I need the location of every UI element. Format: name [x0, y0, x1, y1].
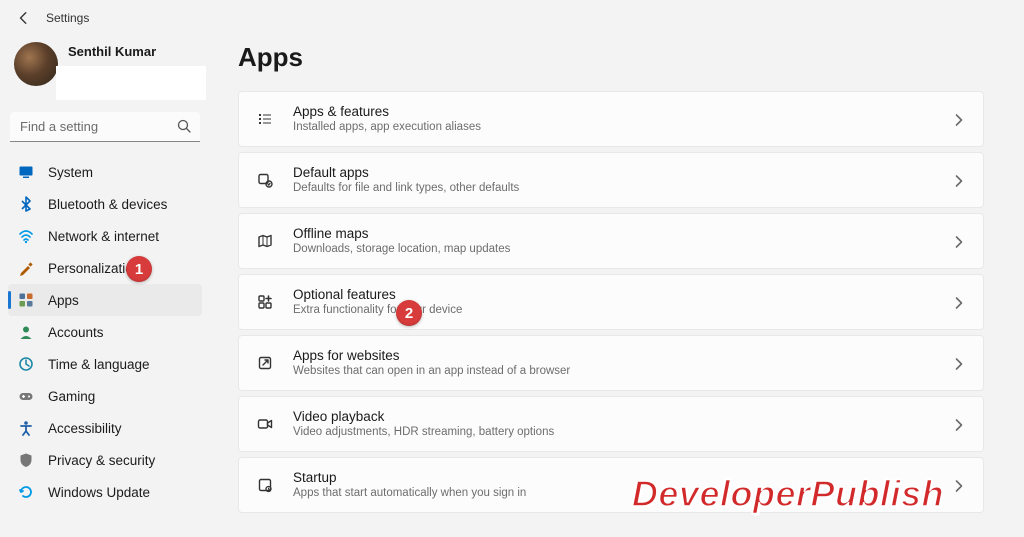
- card-subtitle: Installed apps, app execution aliases: [293, 120, 951, 135]
- sidebar-item-system[interactable]: System: [8, 156, 202, 188]
- sidebar-item-time[interactable]: Time & language: [8, 348, 202, 380]
- update-icon: [18, 484, 34, 500]
- sidebar-item-label: Personalization: [48, 261, 140, 276]
- sidebar-item-label: Accounts: [48, 325, 104, 340]
- card-text: Offline mapsDownloads, storage location,…: [293, 225, 951, 257]
- card-subtitle: Apps that start automatically when you s…: [293, 486, 951, 501]
- time-icon: [18, 356, 34, 372]
- card-subtitle: Extra functionality for your device: [293, 303, 951, 318]
- search-input[interactable]: [10, 112, 200, 142]
- settings-card-list: Apps & featuresInstalled apps, app execu…: [238, 91, 984, 513]
- chevron-right-icon: [951, 234, 965, 248]
- card-title: Optional features: [293, 286, 951, 304]
- card-text: StartupApps that start automatically whe…: [293, 469, 951, 501]
- profile-name: Senthil Kumar: [68, 44, 156, 59]
- sidebar-item-gaming[interactable]: Gaming: [8, 380, 202, 412]
- card-title: Startup: [293, 469, 951, 487]
- card-subtitle: Downloads, storage location, map updates: [293, 242, 951, 257]
- chevron-right-icon: [951, 417, 965, 431]
- network-icon: [18, 228, 34, 244]
- settings-card-startup[interactable]: StartupApps that start automatically whe…: [238, 457, 984, 513]
- plus-grid-icon: [255, 292, 275, 312]
- window-title: Settings: [46, 11, 89, 25]
- card-text: Apps & featuresInstalled apps, app execu…: [293, 103, 951, 135]
- sidebar-item-network[interactable]: Network & internet: [8, 220, 202, 252]
- settings-card-default-apps[interactable]: Default appsDefaults for file and link t…: [238, 152, 984, 208]
- settings-card-video[interactable]: Video playbackVideo adjustments, HDR str…: [238, 396, 984, 452]
- page-title: Apps: [238, 42, 984, 73]
- accessibility-icon: [18, 420, 34, 436]
- card-title: Apps & features: [293, 103, 951, 121]
- list-icon: [255, 109, 275, 129]
- sidebar-item-label: Bluetooth & devices: [48, 197, 167, 212]
- apps-icon: [18, 292, 34, 308]
- card-title: Apps for websites: [293, 347, 951, 365]
- sidebar-item-accessibility[interactable]: Accessibility: [8, 412, 202, 444]
- sidebar-item-apps[interactable]: Apps: [8, 284, 202, 316]
- default-apps-icon: [255, 170, 275, 190]
- sidebar-item-accounts[interactable]: Accounts: [8, 316, 202, 348]
- card-text: Apps for websitesWebsites that can open …: [293, 347, 951, 379]
- chevron-right-icon: [951, 356, 965, 370]
- chevron-right-icon: [951, 478, 965, 492]
- sidebar-item-label: Time & language: [48, 357, 150, 372]
- card-title: Default apps: [293, 164, 951, 182]
- card-subtitle: Defaults for file and link types, other …: [293, 181, 951, 196]
- settings-card-apps-features[interactable]: Apps & featuresInstalled apps, app execu…: [238, 91, 984, 147]
- redaction-block: [56, 66, 206, 100]
- main-content: Apps Apps & featuresInstalled apps, app …: [210, 36, 1024, 537]
- profile-block[interactable]: Senthil Kumar: [6, 40, 204, 92]
- map-icon: [255, 231, 275, 251]
- arrow-left-icon: [17, 11, 31, 25]
- accounts-icon: [18, 324, 34, 340]
- search-icon: [176, 118, 192, 134]
- startup-icon: [255, 475, 275, 495]
- card-title: Video playback: [293, 408, 951, 426]
- sidebar-item-label: System: [48, 165, 93, 180]
- avatar: [14, 42, 58, 86]
- sidebar-item-label: Apps: [48, 293, 79, 308]
- sidebar: Senthil Kumar System Bluetooth & devices N…: [0, 36, 210, 537]
- card-text: Default appsDefaults for file and link t…: [293, 164, 951, 196]
- back-button[interactable]: [14, 8, 34, 28]
- settings-card-optional[interactable]: Optional featuresExtra functionality for…: [238, 274, 984, 330]
- system-icon: [18, 164, 34, 180]
- sidebar-item-personalize[interactable]: Personalization: [8, 252, 202, 284]
- sidebar-item-privacy[interactable]: Privacy & security: [8, 444, 202, 476]
- gaming-icon: [18, 388, 34, 404]
- sidebar-nav: System Bluetooth & devices Network & inter…: [6, 156, 204, 508]
- window-header: Settings: [0, 0, 1024, 36]
- chevron-right-icon: [951, 173, 965, 187]
- chevron-right-icon: [951, 295, 965, 309]
- open-external-icon: [255, 353, 275, 373]
- sidebar-item-label: Network & internet: [48, 229, 159, 244]
- sidebar-item-label: Privacy & security: [48, 453, 155, 468]
- settings-card-offline-maps[interactable]: Offline mapsDownloads, storage location,…: [238, 213, 984, 269]
- chevron-right-icon: [951, 112, 965, 126]
- bluetooth-icon: [18, 196, 34, 212]
- sidebar-item-update[interactable]: Windows Update: [8, 476, 202, 508]
- card-subtitle: Websites that can open in an app instead…: [293, 364, 951, 379]
- card-title: Offline maps: [293, 225, 951, 243]
- settings-card-apps-websites[interactable]: Apps for websitesWebsites that can open …: [238, 335, 984, 391]
- sidebar-item-label: Windows Update: [48, 485, 150, 500]
- video-icon: [255, 414, 275, 434]
- sidebar-item-label: Accessibility: [48, 421, 122, 436]
- card-text: Video playbackVideo adjustments, HDR str…: [293, 408, 951, 440]
- card-text: Optional featuresExtra functionality for…: [293, 286, 951, 318]
- personalization-icon: [18, 260, 34, 276]
- sidebar-item-label: Gaming: [48, 389, 95, 404]
- search-container: [10, 112, 200, 142]
- privacy-icon: [18, 452, 34, 468]
- sidebar-item-bluetooth[interactable]: Bluetooth & devices: [8, 188, 202, 220]
- card-subtitle: Video adjustments, HDR streaming, batter…: [293, 425, 951, 440]
